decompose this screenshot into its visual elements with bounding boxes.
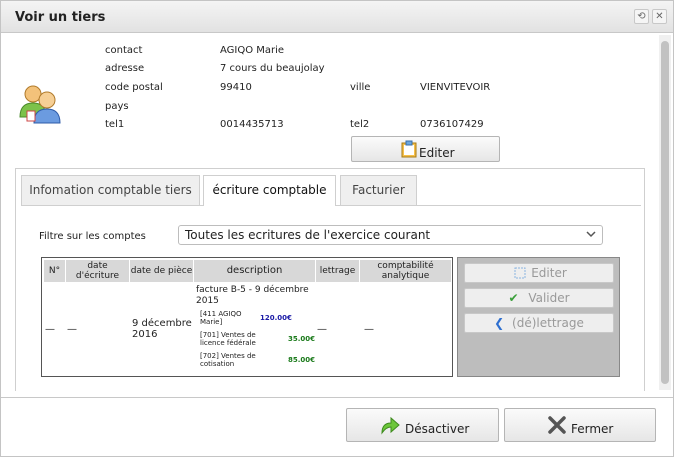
entry-amount: 120.00€ — [260, 314, 292, 322]
close-button[interactable]: Fermer — [504, 408, 656, 442]
dialog-title: Voir un tiers — [15, 10, 106, 25]
arrow-left-icon: ❮ — [494, 316, 505, 330]
column-header[interactable]: comptabilité analytique — [360, 260, 452, 282]
column-header[interactable]: date de pièce — [130, 260, 194, 282]
footer-separator — [1, 397, 673, 398]
entry-amount: 35.00€ — [288, 335, 316, 343]
row-analytique: — — [364, 324, 374, 335]
edit-entry-label: Editer — [531, 266, 567, 280]
ville-label: ville — [350, 82, 371, 93]
lettrage-button[interactable]: ❮ (dé)lettrage — [464, 313, 614, 333]
row-number: — — [45, 324, 55, 335]
entry-account: [411 AGIQO Marie] — [200, 310, 242, 326]
deactivate-label: Désactiver — [405, 422, 470, 436]
title-bar: Voir un tiers ⟲ ✕ — [1, 1, 673, 33]
arrow-up-icon — [381, 416, 400, 435]
dialog-window: Voir un tiers ⟲ ✕ contact AGIQO Marie ad… — [0, 0, 674, 457]
tel2-label: tel2 — [350, 119, 370, 130]
lettrage-label: (dé)lettrage — [512, 316, 584, 330]
column-header[interactable]: description — [194, 260, 316, 282]
pays-label: pays — [105, 101, 129, 112]
account-filter-select[interactable]: Toutes les ecritures de l'exercice coura… — [178, 225, 603, 245]
tel1-value: 0014435713 — [220, 119, 284, 130]
tab-ecriture-comptable[interactable]: écriture comptable — [203, 175, 336, 206]
action-panel: Editer ✔ Valider ❮ (dé)lettrage — [457, 257, 620, 377]
clipboard-icon — [401, 140, 417, 158]
entry-account: [701] Ventes de licence fédérale — [200, 331, 256, 347]
ville-value: VIENVITEVOIR — [420, 82, 491, 93]
adresse-label: adresse — [105, 63, 145, 74]
row-description: facture B-5 - 9 décembre 2015 — [196, 285, 309, 306]
check-icon: ✔ — [508, 291, 519, 305]
tab-facturier[interactable]: Facturier — [340, 175, 417, 205]
close-label: Fermer — [571, 422, 614, 436]
contacts-icon — [19, 85, 61, 124]
row-lettrage: — — [317, 324, 327, 335]
contact-label: contact — [105, 45, 143, 56]
deactivate-button[interactable]: Désactiver — [346, 408, 499, 442]
chevron-down-icon — [586, 231, 596, 238]
row-date-piece: 9 décembre 2016 — [132, 318, 192, 340]
edit-entry-button[interactable]: Editer — [464, 263, 614, 283]
close-icon[interactable]: ✕ — [652, 9, 667, 24]
row-date-ecriture: — — [67, 324, 77, 335]
edit-contact-button[interactable]: Editer — [351, 136, 500, 162]
column-header[interactable]: N° — [44, 260, 66, 282]
edit-contact-label: Editer — [419, 146, 455, 160]
tab-information-comptable[interactable]: Infomation comptable tiers — [21, 175, 200, 205]
tools-icon — [548, 416, 566, 434]
entry-account: [702] Ventes de cotisation — [200, 352, 256, 368]
column-header[interactable]: lettrage — [316, 260, 360, 282]
adresse-value: 7 cours du beaujolay — [220, 63, 325, 74]
account-filter-value: Toutes les ecritures de l'exercice coura… — [185, 228, 431, 242]
entries-table: N° date d'écriture date de pièce descrip… — [41, 257, 453, 377]
code-postal-value: 99410 — [220, 82, 252, 93]
validate-button[interactable]: ✔ Valider — [464, 288, 614, 308]
filter-label: Filtre sur les comptes — [39, 231, 146, 242]
scrollbar-thumb[interactable] — [661, 41, 669, 384]
code-postal-label: code postal — [105, 82, 163, 93]
active-tab-gap — [204, 204, 335, 206]
tel2-value: 0736107429 — [420, 119, 484, 130]
tel1-label: tel1 — [105, 119, 125, 130]
restore-icon[interactable]: ⟲ — [634, 9, 649, 24]
entry-amount: 85.00€ — [288, 356, 316, 364]
contact-value: AGIQO Marie — [220, 45, 285, 56]
validate-label: Valider — [528, 291, 570, 305]
column-header[interactable]: date d'écriture — [66, 260, 130, 282]
edit-icon — [514, 267, 526, 279]
